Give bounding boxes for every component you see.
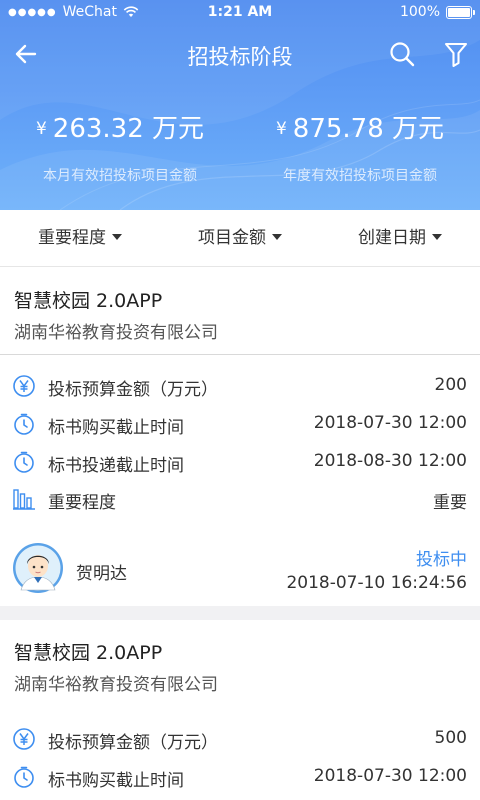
yearly-summary: ¥875.78 万元 年度有效招投标项目金额 [240,108,480,185]
filter-label: 重要程度 [38,228,106,248]
row-label: 投标预算金额（万元） [48,380,218,400]
row-label: 标书购买截止时间 [48,418,184,438]
monthly-amount: ¥263.32 万元 [0,108,240,145]
row-label: 标书购买截止时间 [48,771,184,791]
monthly-summary: ¥263.32 万元 本月有效招投标项目金额 [0,108,240,185]
currency-symbol: ¥ [275,119,287,139]
project-company: 湖南华裕教育投资有限公司 [14,323,218,343]
search-icon[interactable] [386,38,418,70]
filter-icon[interactable] [440,38,472,70]
caret-down-icon [112,234,122,240]
status-badge: 投标中 [416,550,467,570]
timer-icon [14,413,34,435]
project-title: 智慧校园 2.0APP [14,290,163,312]
caret-down-icon [272,234,282,240]
avatar[interactable] [12,542,64,594]
info-row: 重要程度 重要 [0,484,480,514]
caret-down-icon [432,234,442,240]
battery-icon [446,5,475,19]
row-label: 标书投递截止时间 [48,456,184,476]
row-value: 2018-07-30 12:00 [313,766,467,786]
status-bar: ●●●●● WeChat 1:21 AM 100% [0,0,480,26]
row-value: 200 [434,375,467,395]
monthly-amount-value: 263.32 万元 [52,114,205,144]
info-row: 标书购买截止时间 2018-07-30 12:00 [0,762,480,792]
row-label: 重要程度 [48,493,116,513]
project-title: 智慧校园 2.0APP [14,642,163,664]
timer-icon [14,451,34,473]
header-banner: ●●●●● WeChat 1:21 AM 100% 招投标阶段 ¥263.32 … [0,0,480,210]
created-timestamp: 2018-07-10 16:24:56 [286,573,467,593]
yearly-amount-value: 875.78 万元 [292,114,445,144]
yearly-amount: ¥875.78 万元 [240,108,480,145]
owner-name: 贺明达 [76,564,127,584]
info-row: 标书购买截止时间 2018-07-30 12:00 [0,409,480,439]
filter-created-date[interactable]: 创建日期 [320,210,480,266]
row-value: 500 [434,728,467,748]
card-gap [0,606,480,620]
yen-icon [13,375,35,397]
yearly-amount-label: 年度有效招投标项目金额 [283,168,437,184]
info-row: 标书投递截止时间 2018-08-30 12:00 [0,447,480,477]
filter-label: 创建日期 [358,228,426,248]
info-row: 投标预算金额（万元） 200 [0,371,480,401]
row-value: 2018-07-30 12:00 [313,413,467,433]
battery-percent: 100% [399,4,440,20]
row-value: 重要 [433,493,467,513]
timer-icon [14,766,34,788]
info-row: 投标预算金额（万元） 500 [0,724,480,754]
filter-bar: 重要程度 项目金额 创建日期 [0,210,480,267]
monthly-amount-label: 本月有效招投标项目金额 [43,168,197,184]
filter-amount[interactable]: 项目金额 [160,210,320,266]
project-card[interactable]: 智慧校园 2.0APP 湖南华裕教育投资有限公司 投标预算金额（万元） 500 … [0,620,480,800]
currency-symbol: ¥ [35,119,47,139]
row-label: 投标预算金额（万元） [48,733,218,753]
card-divider [0,354,480,355]
yen-icon [13,728,35,750]
navigation-bar: 招投标阶段 [0,30,480,78]
filter-label: 项目金额 [198,228,266,248]
bar-chart-icon [13,489,35,510]
row-value: 2018-08-30 12:00 [313,451,467,471]
project-card[interactable]: 智慧校园 2.0APP 湖南华裕教育投资有限公司 投标预算金额（万元） 200 … [0,268,480,606]
filter-importance[interactable]: 重要程度 [0,210,160,266]
project-company: 湖南华裕教育投资有限公司 [14,675,218,695]
